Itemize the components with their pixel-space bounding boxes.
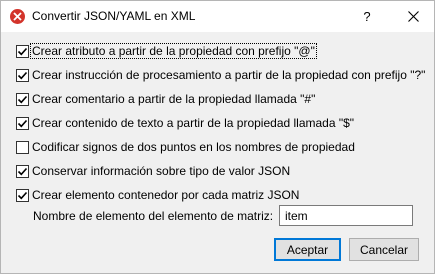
array-element-input[interactable] <box>279 205 413 226</box>
checkbox-create-comment[interactable] <box>16 92 29 106</box>
option-label: Conservar información sobre tipo de valo… <box>32 164 291 178</box>
title-bar: Convertir JSON/YAML en XML ? <box>1 1 434 32</box>
option-label: Crear atributo a partir de la propiedad … <box>30 43 317 59</box>
help-button[interactable]: ? <box>353 5 381 27</box>
checkbox-encode-colons[interactable] <box>16 140 29 154</box>
checkmark-icon <box>17 95 28 103</box>
checkbox-keep-type-info[interactable] <box>16 164 29 178</box>
dialog-window: Convertir JSON/YAML en XML ? Crear atrib… <box>0 0 435 274</box>
checkmark-icon <box>17 191 28 199</box>
option-encode-colons[interactable]: Codificar signos de dos puntos en los no… <box>16 139 355 155</box>
option-container-per-array[interactable]: Crear elemento contenedor por cada matri… <box>16 187 299 203</box>
option-create-attribute[interactable]: Crear atributo a partir de la propiedad … <box>16 43 317 59</box>
option-label: Crear comentario a partir de la propieda… <box>32 92 316 106</box>
close-button[interactable] <box>399 5 427 27</box>
array-element-row: Nombre de elemento del elemento de matri… <box>33 205 413 227</box>
option-label: Crear contenido de texto a partir de la … <box>32 116 355 130</box>
option-create-text[interactable]: Crear contenido de texto a partir de la … <box>16 115 354 131</box>
checkmark-icon <box>17 47 28 55</box>
option-create-pi[interactable]: Crear instrucción de procesamiento a par… <box>16 67 425 83</box>
checkmark-icon <box>17 167 28 175</box>
array-element-label: Nombre de elemento del elemento de matri… <box>33 209 274 223</box>
option-label: Crear instrucción de procesamiento a par… <box>32 68 426 82</box>
checkbox-create-text[interactable] <box>16 116 29 130</box>
option-label: Codificar signos de dos puntos en los no… <box>32 140 355 154</box>
cancel-button[interactable]: Cancelar <box>349 238 419 261</box>
close-icon <box>407 10 419 22</box>
checkbox-create-attribute[interactable] <box>16 44 29 58</box>
checkmark-icon <box>17 119 28 127</box>
checkbox-create-pi[interactable] <box>16 68 29 82</box>
accept-button[interactable]: Aceptar <box>274 238 341 261</box>
checkmark-icon <box>17 71 28 79</box>
window-title: Convertir JSON/YAML en XML <box>32 9 196 23</box>
option-keep-type-info[interactable]: Conservar información sobre tipo de valo… <box>16 163 290 179</box>
option-create-comment[interactable]: Crear comentario a partir de la propieda… <box>16 91 315 107</box>
app-logo-icon <box>10 9 25 24</box>
checkbox-container-per-array[interactable] <box>16 188 29 202</box>
option-label: Crear elemento contenedor por cada matri… <box>32 188 300 202</box>
